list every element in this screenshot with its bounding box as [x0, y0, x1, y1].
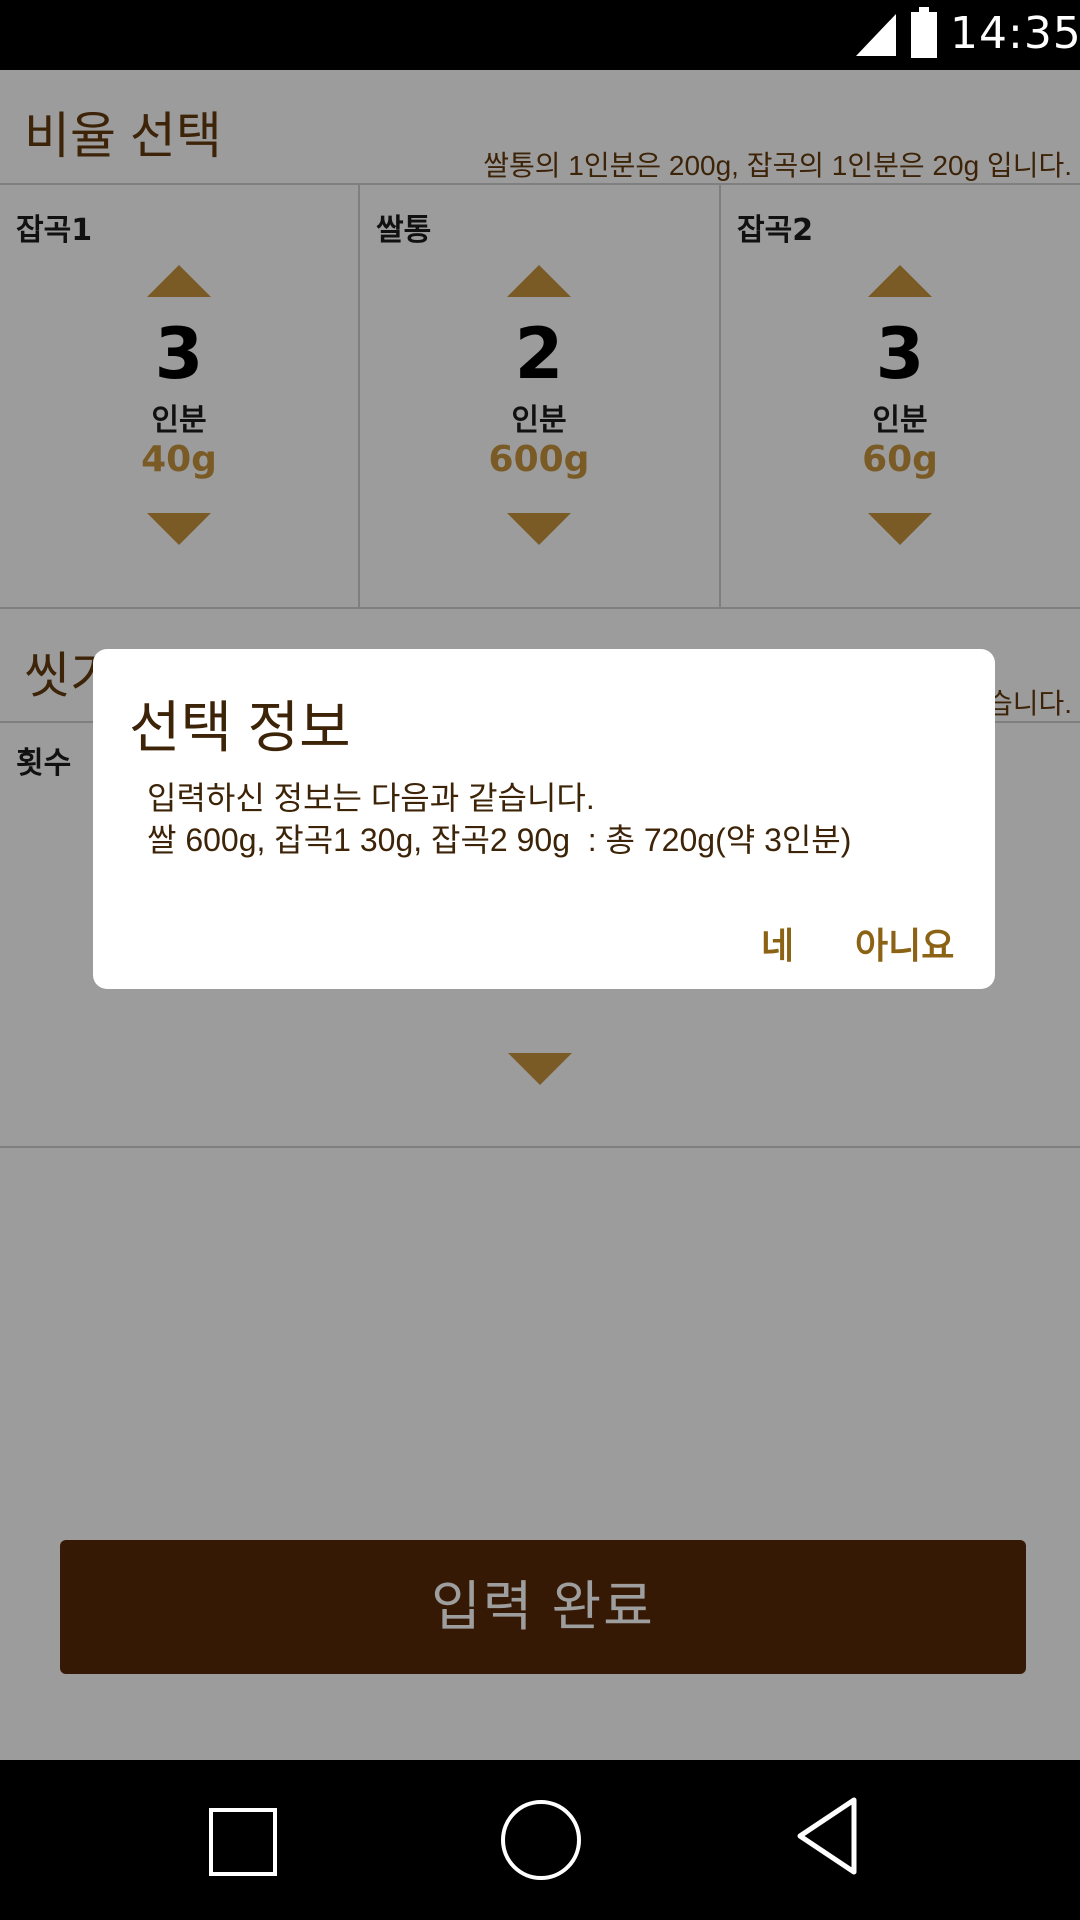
nav-bar: [0, 1760, 1080, 1920]
wash-section-note: 습니다.: [986, 688, 1072, 719]
submit-button[interactable]: 입력 완료: [60, 1540, 1026, 1674]
status-time: 14:35: [950, 8, 1080, 59]
no-button[interactable]: 아니요: [855, 917, 954, 969]
portion-unit: 인분: [872, 403, 928, 438]
portion-count: 2: [514, 313, 564, 395]
square-icon[interactable]: [209, 1808, 277, 1876]
wash-count-label: 횟수: [16, 746, 72, 781]
column-grain2: 잡곡2 3 인분 60g: [721, 183, 1079, 609]
portion-grams: 60g: [862, 439, 938, 480]
increase-arrow-icon[interactable]: [507, 265, 571, 297]
increase-arrow-icon[interactable]: [147, 265, 211, 297]
column-label: 쌀통: [376, 213, 432, 248]
column-label: 잡곡2: [737, 213, 814, 248]
cell-signal-icon: [856, 14, 896, 56]
dialog-message: 입력하신 정보는 다음과 같습니다. 쌀 600g, 잡곡1 30g, 잡곡2 …: [147, 780, 852, 858]
portion-unit: 인분: [151, 403, 207, 438]
back-triangle-icon[interactable]: [796, 1796, 858, 1876]
divider: [0, 607, 1080, 609]
portion-grams: 600g: [488, 439, 590, 480]
divider: [0, 1146, 1080, 1148]
decrease-arrow-icon[interactable]: [868, 513, 932, 545]
yes-button[interactable]: 네: [761, 917, 794, 969]
column-rice: 쌀통 2 인분 600g: [360, 183, 718, 609]
battery-icon: [911, 7, 937, 58]
circle-icon[interactable]: [501, 1800, 581, 1880]
decrease-arrow-icon[interactable]: [507, 513, 571, 545]
portion-count: 3: [875, 313, 925, 395]
decrease-arrow-icon[interactable]: [147, 513, 211, 545]
increase-arrow-icon[interactable]: [868, 265, 932, 297]
ratio-section-title: 비율 선택: [24, 108, 222, 164]
status-bar: 14:35: [0, 0, 1080, 70]
decrease-arrow-icon[interactable]: [508, 1053, 572, 1085]
column-label: 잡곡1: [16, 213, 93, 248]
column-grain1: 잡곡1 3 인분 40g: [0, 183, 358, 609]
portion-count: 3: [154, 313, 204, 395]
dialog-title: 선택 정보: [129, 696, 351, 759]
portion-unit: 인분: [511, 403, 567, 438]
confirm-dialog: 선택 정보 입력하신 정보는 다음과 같습니다. 쌀 600g, 잡곡1 30g…: [93, 649, 995, 989]
ratio-section-note: 쌀통의 1인분은 200g, 잡곡의 1인분은 20g 입니다.: [483, 150, 1072, 181]
portion-grams: 40g: [141, 439, 217, 480]
